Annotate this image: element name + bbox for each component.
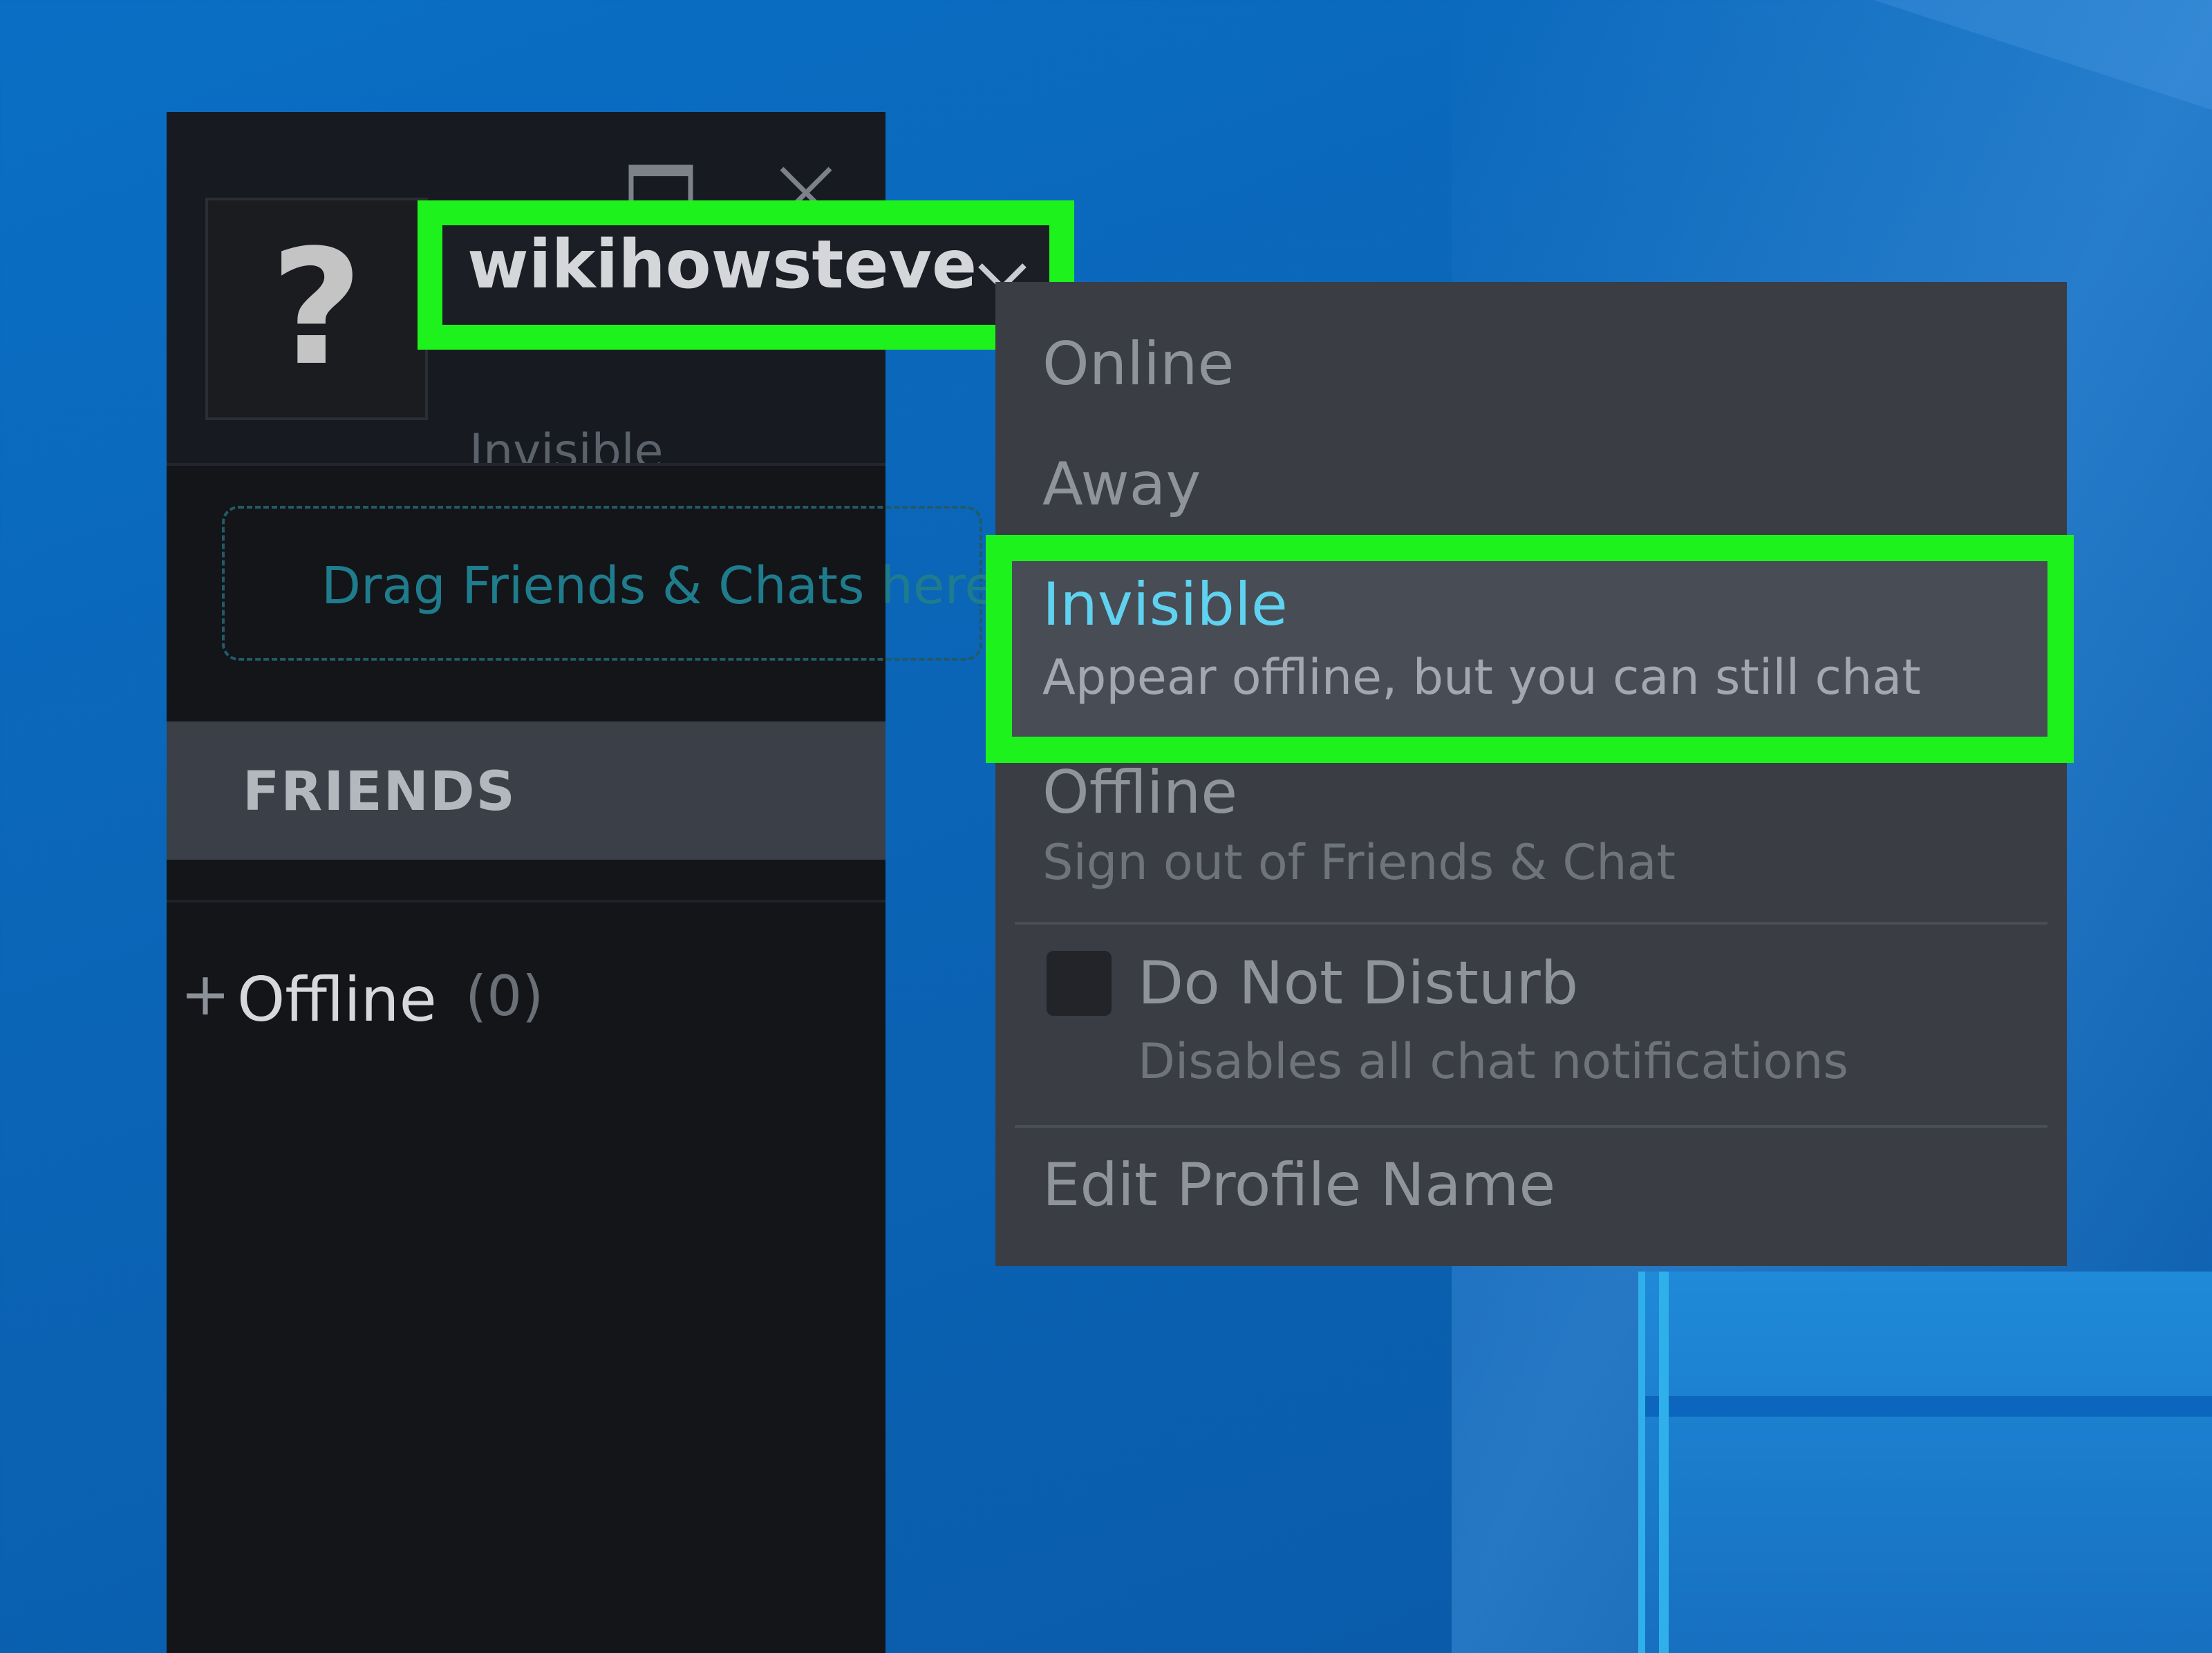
- drop-zone-label: Drag Friends & Chats here: [321, 556, 996, 616]
- menu-divider: [1015, 1125, 2047, 1128]
- menu-item-edit-profile-name[interactable]: Edit Profile Name: [1042, 1150, 1555, 1221]
- menu-item-do-not-disturb[interactable]: Do Not Disturb: [1138, 948, 1578, 1019]
- group-offline-count: (0): [465, 964, 544, 1028]
- menu-divider: [1015, 922, 2047, 925]
- current-status: Invisible: [469, 428, 664, 463]
- username-label: wikihowsteve: [467, 226, 977, 303]
- menu-item-offline[interactable]: Offline: [1042, 757, 1237, 829]
- desktop-background-window: [1638, 1272, 2212, 1653]
- friends-header-label: FRIENDS: [243, 761, 516, 823]
- menu-item-invisible-label: Invisible: [1042, 570, 1288, 639]
- avatar[interactable]: ?: [205, 198, 428, 420]
- header-divider: [167, 463, 885, 466]
- menu-item-dnd-description: Disables all chat notifications: [1138, 1033, 1848, 1090]
- checkbox-icon[interactable]: [1047, 951, 1112, 1016]
- menu-item-offline-description: Sign out of Friends & Chat: [1042, 834, 1676, 891]
- menu-item-away[interactable]: Away: [1042, 449, 1201, 520]
- menu-item-invisible-description: Appear offline, but you can still chat: [1042, 649, 1921, 706]
- avatar-placeholder: ?: [270, 216, 363, 401]
- menu-item-online[interactable]: Online: [1042, 329, 1234, 400]
- group-offline-label[interactable]: Offline: [237, 963, 437, 1037]
- list-divider: [167, 900, 885, 903]
- plus-icon[interactable]: +: [180, 959, 230, 1030]
